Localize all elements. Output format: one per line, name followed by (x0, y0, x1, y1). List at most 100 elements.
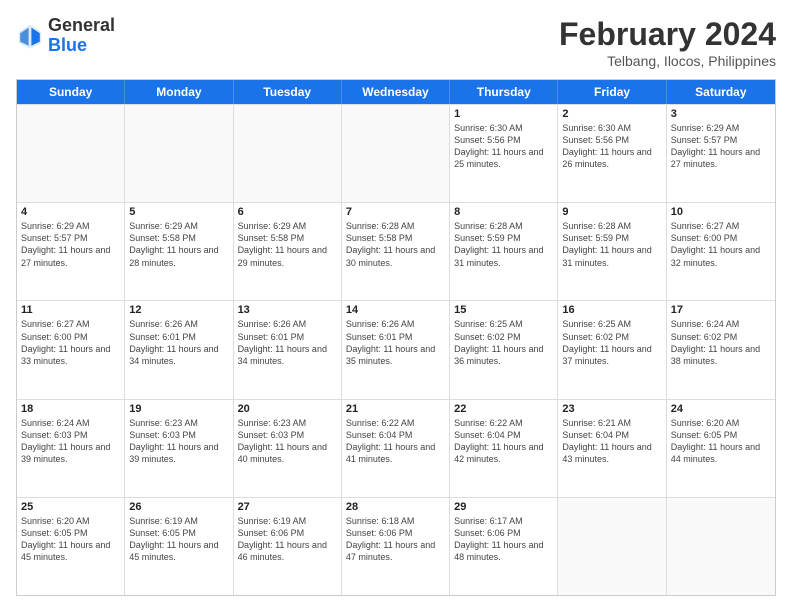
cell-w2-d2: 13 Sunrise: 6:26 AM Sunset: 6:01 PM Dayli… (234, 301, 342, 398)
day-info: Sunrise: 6:28 AM Sunset: 5:59 PM Dayligh… (454, 220, 553, 269)
cell-w2-d0: 11 Sunrise: 6:27 AM Sunset: 6:00 PM Dayli… (17, 301, 125, 398)
cell-w0-d0 (17, 105, 125, 202)
cell-w4-d3: 28Sunrise: 6:18 AM Sunset: 6:06 PM Dayli… (342, 498, 450, 595)
day-number: 28 (346, 501, 445, 513)
day-info: Sunrise: 6:17 AM Sunset: 6:06 PM Dayligh… (454, 515, 553, 564)
day-info: Sunrise: 6:23 AM Sunset: 6:03 PM Dayligh… (129, 417, 228, 466)
day-number: 6 (238, 206, 337, 218)
day-info: Sunrise: 6:24 AM Sunset: 6:03 PM Dayligh… (21, 417, 120, 466)
cell-w4-d4: 29 Sunrise: 6:17 AM Sunset: 6:06 PM Dayli… (450, 498, 558, 595)
day-number: 3 (671, 108, 771, 120)
cell-w3-d5: 23 Sunrise: 6:21 AM Sunset: 6:04 PM Dayli… (558, 400, 666, 497)
day-info: Sunrise: 6:26 AM Sunset: 6:01 PM Dayligh… (129, 318, 228, 367)
cell-w2-d5: 16 Sunrise: 6:25 AM Sunset: 6:02 PM Dayli… (558, 301, 666, 398)
cell-w1-d4: 8Sunrise: 6:28 AM Sunset: 5:59 PM Daylig… (450, 203, 558, 300)
day-number: 16 (562, 304, 661, 316)
day-info: Sunrise: 6:21 AM Sunset: 6:04 PM Dayligh… (562, 417, 661, 466)
cell-w1-d1: 5Sunrise: 6:29 AM Sunset: 5:58 PM Daylig… (125, 203, 233, 300)
day-info: Sunrise: 6:24 AM Sunset: 6:02 PM Dayligh… (671, 318, 771, 367)
cell-w1-d0: 4 Sunrise: 6:29 AM Sunset: 5:57 PM Daylig… (17, 203, 125, 300)
cell-w4-d2: 27Sunrise: 6:19 AM Sunset: 6:06 PM Dayli… (234, 498, 342, 595)
page: General Blue February 2024 Telbang, Iloc… (0, 0, 792, 612)
day-info: Sunrise: 6:27 AM Sunset: 6:00 PM Dayligh… (671, 220, 771, 269)
day-number: 26 (129, 501, 228, 513)
cell-w4-d6 (667, 498, 775, 595)
logo-blue: Blue (48, 35, 87, 55)
logo-text: General Blue (48, 16, 115, 56)
day-info: Sunrise: 6:26 AM Sunset: 6:01 PM Dayligh… (238, 318, 337, 367)
cell-w1-d3: 7Sunrise: 6:28 AM Sunset: 5:58 PM Daylig… (342, 203, 450, 300)
week-row-3: 18 Sunrise: 6:24 AM Sunset: 6:03 PM Dayli… (17, 399, 775, 497)
day-number: 29 (454, 501, 553, 513)
cell-w3-d2: 20 Sunrise: 6:23 AM Sunset: 6:03 PM Dayli… (234, 400, 342, 497)
logo-icon (16, 22, 44, 50)
day-number: 21 (346, 403, 445, 415)
header-sunday: Sunday (17, 80, 125, 104)
day-info: Sunrise: 6:30 AM Sunset: 5:56 PM Dayligh… (454, 122, 553, 171)
header: General Blue February 2024 Telbang, Iloc… (16, 16, 776, 69)
day-info: Sunrise: 6:30 AM Sunset: 5:56 PM Dayligh… (562, 122, 661, 171)
header-tuesday: Tuesday (234, 80, 342, 104)
day-number: 5 (129, 206, 228, 218)
logo: General Blue (16, 16, 115, 56)
day-info: Sunrise: 6:22 AM Sunset: 6:04 PM Dayligh… (454, 417, 553, 466)
day-info: Sunrise: 6:29 AM Sunset: 5:58 PM Dayligh… (238, 220, 337, 269)
week-row-0: 1 Sunrise: 6:30 AM Sunset: 5:56 PM Daylig… (17, 104, 775, 202)
day-number: 22 (454, 403, 553, 415)
day-number: 4 (21, 206, 120, 218)
day-number: 23 (562, 403, 661, 415)
day-number: 1 (454, 108, 553, 120)
cell-w2-d3: 14 Sunrise: 6:26 AM Sunset: 6:01 PM Dayli… (342, 301, 450, 398)
cell-w4-d0: 25Sunrise: 6:20 AM Sunset: 6:05 PM Dayli… (17, 498, 125, 595)
cell-w0-d6: 3 Sunrise: 6:29 AM Sunset: 5:57 PM Daylig… (667, 105, 775, 202)
header-friday: Friday (558, 80, 666, 104)
header-thursday: Thursday (450, 80, 558, 104)
day-number: 20 (238, 403, 337, 415)
cell-w0-d2 (234, 105, 342, 202)
cell-w0-d4: 1 Sunrise: 6:30 AM Sunset: 5:56 PM Daylig… (450, 105, 558, 202)
cell-w2-d1: 12 Sunrise: 6:26 AM Sunset: 6:01 PM Dayli… (125, 301, 233, 398)
day-info: Sunrise: 6:28 AM Sunset: 5:58 PM Dayligh… (346, 220, 445, 269)
day-info: Sunrise: 6:29 AM Sunset: 5:57 PM Dayligh… (21, 220, 120, 269)
day-number: 11 (21, 304, 120, 316)
day-info: Sunrise: 6:26 AM Sunset: 6:01 PM Dayligh… (346, 318, 445, 367)
cell-w2-d6: 17 Sunrise: 6:24 AM Sunset: 6:02 PM Dayli… (667, 301, 775, 398)
cell-w0-d5: 2 Sunrise: 6:30 AM Sunset: 5:56 PM Daylig… (558, 105, 666, 202)
day-number: 18 (21, 403, 120, 415)
calendar-body: 1 Sunrise: 6:30 AM Sunset: 5:56 PM Daylig… (17, 104, 775, 595)
cell-w0-d1 (125, 105, 233, 202)
day-info: Sunrise: 6:27 AM Sunset: 6:00 PM Dayligh… (21, 318, 120, 367)
day-number: 14 (346, 304, 445, 316)
cell-w1-d6: 10Sunrise: 6:27 AM Sunset: 6:00 PM Dayli… (667, 203, 775, 300)
day-info: Sunrise: 6:23 AM Sunset: 6:03 PM Dayligh… (238, 417, 337, 466)
day-info: Sunrise: 6:29 AM Sunset: 5:57 PM Dayligh… (671, 122, 771, 171)
cell-w3-d0: 18 Sunrise: 6:24 AM Sunset: 6:03 PM Dayli… (17, 400, 125, 497)
month-title: February 2024 (559, 16, 776, 53)
day-info: Sunrise: 6:19 AM Sunset: 6:05 PM Dayligh… (129, 515, 228, 564)
title-block: February 2024 Telbang, Ilocos, Philippin… (559, 16, 776, 69)
week-row-2: 11 Sunrise: 6:27 AM Sunset: 6:00 PM Dayli… (17, 300, 775, 398)
day-number: 13 (238, 304, 337, 316)
cell-w1-d5: 9 Sunrise: 6:28 AM Sunset: 5:59 PM Daylig… (558, 203, 666, 300)
day-number: 12 (129, 304, 228, 316)
cell-w1-d2: 6 Sunrise: 6:29 AM Sunset: 5:58 PM Daylig… (234, 203, 342, 300)
cell-w3-d1: 19 Sunrise: 6:23 AM Sunset: 6:03 PM Dayli… (125, 400, 233, 497)
logo-general: General (48, 15, 115, 35)
day-info: Sunrise: 6:25 AM Sunset: 6:02 PM Dayligh… (454, 318, 553, 367)
day-number: 25 (21, 501, 120, 513)
header-saturday: Saturday (667, 80, 775, 104)
day-info: Sunrise: 6:19 AM Sunset: 6:06 PM Dayligh… (238, 515, 337, 564)
cell-w3-d4: 22 Sunrise: 6:22 AM Sunset: 6:04 PM Dayli… (450, 400, 558, 497)
calendar-header: Sunday Monday Tuesday Wednesday Thursday… (17, 80, 775, 104)
day-info: Sunrise: 6:28 AM Sunset: 5:59 PM Dayligh… (562, 220, 661, 269)
day-number: 2 (562, 108, 661, 120)
day-number: 17 (671, 304, 771, 316)
day-info: Sunrise: 6:25 AM Sunset: 6:02 PM Dayligh… (562, 318, 661, 367)
day-number: 19 (129, 403, 228, 415)
day-number: 24 (671, 403, 771, 415)
week-row-4: 25Sunrise: 6:20 AM Sunset: 6:05 PM Dayli… (17, 497, 775, 595)
cell-w4-d1: 26 Sunrise: 6:19 AM Sunset: 6:05 PM Dayli… (125, 498, 233, 595)
week-row-1: 4 Sunrise: 6:29 AM Sunset: 5:57 PM Daylig… (17, 202, 775, 300)
day-info: Sunrise: 6:20 AM Sunset: 6:05 PM Dayligh… (671, 417, 771, 466)
day-number: 9 (562, 206, 661, 218)
